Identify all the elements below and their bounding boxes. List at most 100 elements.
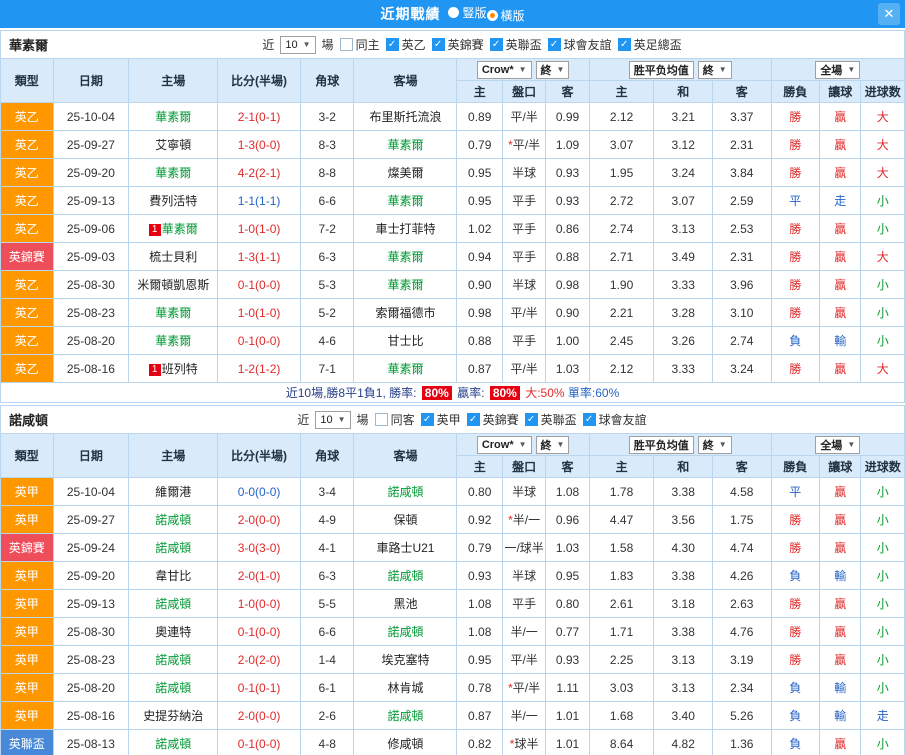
- eu-draw-odds-cell: 3.24: [653, 158, 713, 187]
- home-team-cell[interactable]: 維爾港: [128, 477, 219, 506]
- home-team-cell[interactable]: 艾寧頓: [128, 130, 219, 159]
- table-row: 英乙 25-10-04 華素爾 2-1(0-1) 3-2 布里斯托流浪 0.89 平/半 0.9…: [0, 102, 905, 131]
- filter-checkbox-label: 球會友誼: [598, 413, 647, 427]
- away-team-cell[interactable]: 華素爾: [353, 130, 458, 159]
- euro-final-select[interactable]: 終 ▼: [697, 435, 732, 454]
- away-team-cell[interactable]: 索爾福德市: [353, 298, 458, 327]
- home-team-cell[interactable]: 諾咸頓: [128, 729, 219, 755]
- result-cell: 勝: [770, 102, 821, 131]
- home-team-cell[interactable]: 史提芬納治: [128, 701, 219, 730]
- away-team-cell[interactable]: 車路士U21: [353, 533, 458, 562]
- euro-odds-select[interactable]: 胜平负均值: [628, 435, 694, 454]
- eu-home-odds-cell: 1.95: [588, 158, 655, 187]
- away-team-cell[interactable]: 諾咸頓: [353, 701, 458, 730]
- filter-checkbox[interactable]: ✓ 英足總盃: [617, 36, 682, 53]
- away-team-cell[interactable]: 埃克塞特: [353, 645, 458, 674]
- table-row: 英乙 25-09-06 1 華素爾 1-0(1-0) 7-2 車士打菲特 1.02 平手 0.86…: [0, 214, 905, 243]
- ah-away-odds-cell: 1.03: [545, 533, 590, 562]
- home-team-cell[interactable]: 華素爾: [128, 158, 219, 187]
- filter-checkbox[interactable]: ✓ 英聯盃: [489, 36, 542, 53]
- close-button[interactable]: ✕: [878, 3, 900, 25]
- away-team-cell[interactable]: 甘士比: [353, 326, 458, 355]
- layout-radio-group: 豎版 橫版: [448, 4, 525, 24]
- away-team-cell[interactable]: 諾咸頓: [353, 617, 458, 646]
- match-count-select[interactable]: 10 ▼: [315, 410, 351, 429]
- handicap-final-select[interactable]: 終 ▼: [535, 435, 570, 454]
- table-row: 英乙 25-09-27 艾寧頓 1-3(0-0) 8-3 華素爾 0.79 *平/半 1.09 3…: [0, 130, 905, 159]
- titlebar-center: 近期戰績 豎版 橫版: [380, 4, 524, 24]
- away-team-cell[interactable]: 車士打菲特: [353, 214, 458, 243]
- home-team-cell[interactable]: 諾咸頓: [128, 589, 219, 618]
- home-team-cell[interactable]: 諾咸頓: [128, 505, 219, 534]
- layout-radio-selected[interactable]: 橫版: [486, 7, 525, 24]
- bookmaker-select[interactable]: Crow* ▼: [476, 60, 532, 79]
- handicap-group-header: Crow* ▼ 終 ▼: [456, 58, 590, 81]
- result-cell: 平: [770, 186, 821, 215]
- layout-radio-option[interactable]: 豎版: [448, 4, 487, 21]
- away-team-cell[interactable]: 保頓: [353, 505, 458, 534]
- home-team-cell[interactable]: 華素爾: [128, 326, 219, 355]
- league-type-cell: 英乙: [0, 186, 54, 215]
- home-team-cell[interactable]: 1 華素爾: [128, 214, 219, 243]
- away-team-cell[interactable]: 華素爾: [353, 186, 458, 215]
- bookmaker-select[interactable]: Crow* ▼: [476, 435, 532, 454]
- filter-checkbox[interactable]: ✓ 英聯盃: [524, 411, 577, 428]
- filter-checkbox[interactable]: ✓ 英甲: [420, 411, 461, 428]
- date-cell: 25-09-06: [52, 214, 130, 243]
- period-select[interactable]: 全場 ▼: [815, 60, 861, 79]
- home-team-cell[interactable]: 諾咸頓: [128, 673, 219, 702]
- home-team-cell[interactable]: 華素爾: [128, 102, 219, 131]
- match-count-select[interactable]: 10 ▼: [280, 35, 316, 54]
- home-team-cell[interactable]: 奧連特: [128, 617, 219, 646]
- table-row: 英乙 25-09-20 華素爾 4-2(2-1) 8-8 燦美爾 0.95 半球 0.93 1.9…: [0, 158, 905, 187]
- handicap-result-cell: 輸: [819, 701, 862, 730]
- away-team-cell[interactable]: 燦美爾: [353, 158, 458, 187]
- home-team-cell[interactable]: 諾咸頓: [128, 645, 219, 674]
- table-row: 英錦賽 25-09-03 梳士貝利 1-3(1-1) 6-3 華素爾 0.94 平手 0.88 2…: [0, 242, 905, 271]
- goals-cell: 小: [860, 645, 905, 674]
- date-cell: 25-10-04: [52, 477, 130, 506]
- home-team-cell[interactable]: 華素爾: [128, 298, 219, 327]
- ah-home-odds-cell: 0.92: [456, 505, 503, 534]
- score-cell: 3-0(3-0): [217, 533, 301, 562]
- away-team-cell[interactable]: 華素爾: [353, 270, 458, 299]
- checkbox-checked-icon: ✓: [617, 38, 631, 51]
- filter-checkbox[interactable]: ✓ 英錦賽: [431, 36, 484, 53]
- eu-home-odds-cell: 1.58: [588, 533, 655, 562]
- away-team-cell[interactable]: 修咸頓: [353, 729, 458, 755]
- ah-home-odds-cell: 0.79: [456, 533, 503, 562]
- home-team-cell[interactable]: 米爾頓凱恩斯: [128, 270, 219, 299]
- handicap-final-select[interactable]: 終 ▼: [535, 60, 570, 79]
- handicap-result-cell: 贏: [819, 270, 862, 299]
- home-team-cell[interactable]: 梳士貝利: [128, 242, 219, 271]
- filter-checkbox[interactable]: ✓ 球會友誼: [547, 36, 612, 53]
- titlebar: 近期戰績 豎版 橫版 ✕: [0, 0, 905, 28]
- away-team-cell[interactable]: 黑池: [353, 589, 458, 618]
- column-header: 日期: [52, 58, 130, 103]
- filter-checkbox-label: 英錦賽: [482, 413, 519, 427]
- away-team-cell[interactable]: 布里斯托流浪: [353, 102, 458, 131]
- filter-checkbox[interactable]: ✓ 球會友誼: [582, 411, 647, 428]
- ah-home-odds-cell: 0.94: [456, 242, 503, 271]
- away-team-cell[interactable]: 諾咸頓: [353, 477, 458, 506]
- home-team-cell[interactable]: 1 班列特: [128, 354, 219, 383]
- home-team-cell[interactable]: 韋甘比: [128, 561, 219, 590]
- caret-down-icon: ▼: [518, 65, 527, 74]
- away-team-cell[interactable]: 華素爾: [353, 242, 458, 271]
- away-team-cell[interactable]: 諾咸頓: [353, 561, 458, 590]
- away-team-cell[interactable]: 華素爾: [353, 354, 458, 383]
- home-team-cell[interactable]: 諾咸頓: [128, 533, 219, 562]
- league-type-cell: 英乙: [0, 354, 54, 383]
- filter-checkbox[interactable]: ✓ 英錦賽: [466, 411, 519, 428]
- filter-checkbox[interactable]: 同客: [374, 411, 415, 428]
- filter-checkbox[interactable]: 同主: [339, 36, 380, 53]
- euro-odds-select[interactable]: 胜平负均值: [628, 60, 694, 79]
- eu-home-odds-cell: 2.74: [588, 214, 655, 243]
- filter-checkbox[interactable]: ✓ 英乙: [385, 36, 426, 53]
- period-select[interactable]: 全場 ▼: [815, 435, 861, 454]
- eu-draw-odds-cell: 3.13: [653, 673, 713, 702]
- away-team-cell[interactable]: 林肯城: [353, 673, 458, 702]
- eu-home-odds-cell: 2.12: [588, 102, 655, 131]
- home-team-cell[interactable]: 費列活特: [128, 186, 219, 215]
- euro-final-select[interactable]: 終 ▼: [697, 60, 732, 79]
